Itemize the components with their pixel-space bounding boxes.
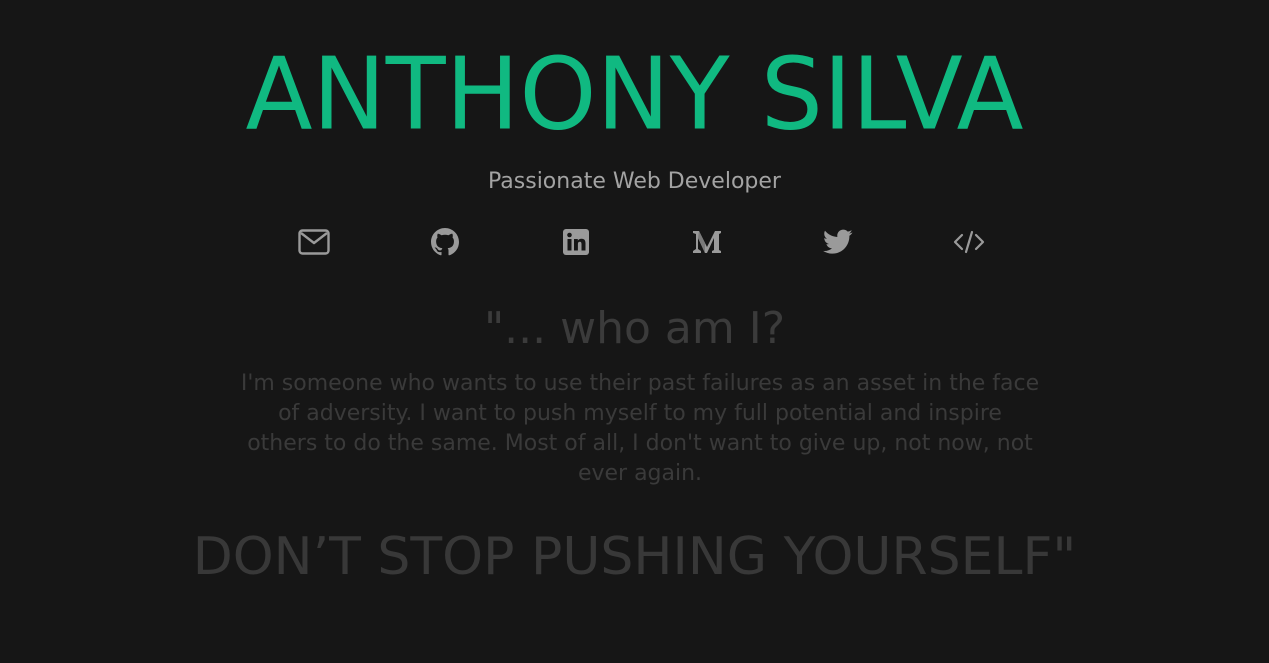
github-icon — [431, 228, 459, 256]
envelope-icon — [298, 229, 330, 255]
twitter-link[interactable] — [821, 226, 855, 258]
github-link[interactable] — [428, 226, 462, 258]
site-title: ANTHONY SILVA — [245, 36, 1024, 154]
medium-link[interactable] — [690, 226, 724, 258]
quote-body: I'm someone who wants to use their past … — [240, 371, 1040, 486]
motto: DON’T STOP PUSHING YOURSELF" — [192, 527, 1077, 587]
code-link[interactable] — [952, 226, 986, 258]
linkedin-link[interactable] — [559, 226, 593, 258]
code-icon — [953, 230, 985, 254]
social-links — [0, 226, 1269, 258]
page: ANTHONY SILVA Passionate Web Developer "… — [0, 0, 1269, 663]
linkedin-icon — [562, 228, 590, 256]
quote-heading: "... who am I? — [483, 303, 786, 354]
twitter-icon — [823, 229, 853, 255]
tagline: Passionate Web Developer — [488, 169, 781, 194]
email-link[interactable] — [297, 226, 331, 258]
medium-icon — [691, 228, 723, 256]
